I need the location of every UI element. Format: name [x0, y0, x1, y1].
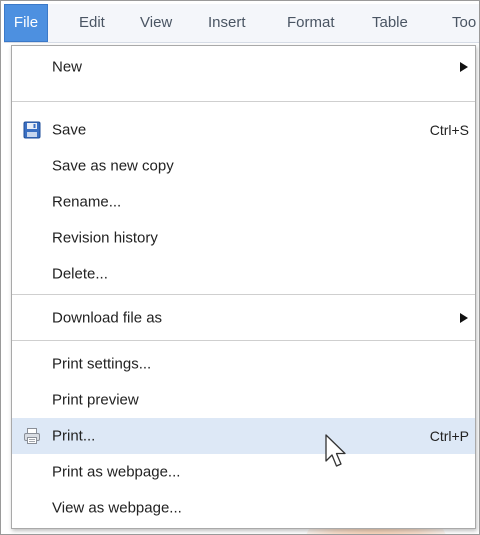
menu-file[interactable]: File — [4, 4, 48, 42]
menu-item-print-webpage[interactable]: Print as webpage... — [12, 454, 475, 490]
floppy-disk-icon — [23, 121, 41, 139]
menu-item-view-webpage[interactable]: View as webpage... — [12, 490, 475, 526]
menu-item-label: Download file as — [52, 309, 163, 327]
menu-separator — [12, 101, 475, 102]
menu-item-label: Rename... — [52, 193, 122, 211]
menu-insert[interactable]: Insert — [208, 4, 246, 42]
menu-edit[interactable]: Edit — [79, 4, 105, 42]
menu-item-label: New — [52, 58, 83, 76]
menu-item-label: View as webpage... — [52, 499, 182, 517]
shortcut-label: Ctrl+P — [429, 428, 469, 444]
menu-separator — [12, 294, 475, 295]
menu-item-label: Save as new copy — [52, 157, 174, 175]
app-window: File Edit View Insert Format Table Too N… — [0, 0, 480, 535]
submenu-arrow-icon — [460, 313, 468, 323]
menu-format[interactable]: Format — [287, 4, 335, 42]
mouse-pointer-icon — [324, 433, 350, 471]
menu-item-label: Print settings... — [52, 355, 152, 373]
menu-item-save-copy[interactable]: Save as new copy — [12, 148, 475, 184]
menu-separator — [12, 340, 475, 341]
menu-item-print[interactable]: Print... Ctrl+P — [12, 418, 475, 454]
menu-item-label: Print as webpage... — [52, 463, 181, 481]
submenu-arrow-icon — [460, 62, 468, 72]
menu-item-save[interactable]: Save Ctrl+S — [12, 112, 475, 148]
menu-bar: File Edit View Insert Format Table Too — [4, 4, 479, 43]
printer-icon — [23, 427, 41, 445]
menu-item-rename[interactable]: Rename... — [12, 184, 475, 220]
menu-item-download[interactable]: Download file as — [12, 300, 475, 336]
menu-item-label: Delete... — [52, 265, 108, 283]
file-menu-dropdown: New Save Ctrl+S Save as new copy Rename.… — [11, 45, 476, 529]
menu-item-print-preview[interactable]: Print preview — [12, 382, 475, 418]
menu-item-label: Save — [52, 121, 87, 139]
menu-item-label: Print preview — [52, 391, 139, 409]
menu-view[interactable]: View — [140, 4, 172, 42]
menu-item-delete[interactable]: Delete... — [12, 256, 475, 292]
menu-item-label: Revision history — [52, 229, 158, 247]
menu-table[interactable]: Table — [372, 4, 408, 42]
menu-item-new[interactable]: New — [12, 46, 475, 88]
menu-item-print-settings[interactable]: Print settings... — [12, 346, 475, 382]
menu-item-revision-history[interactable]: Revision history — [12, 220, 475, 256]
menu-item-label: Print... — [52, 427, 96, 445]
shortcut-label: Ctrl+S — [429, 122, 469, 138]
menu-tools[interactable]: Too — [452, 4, 476, 42]
